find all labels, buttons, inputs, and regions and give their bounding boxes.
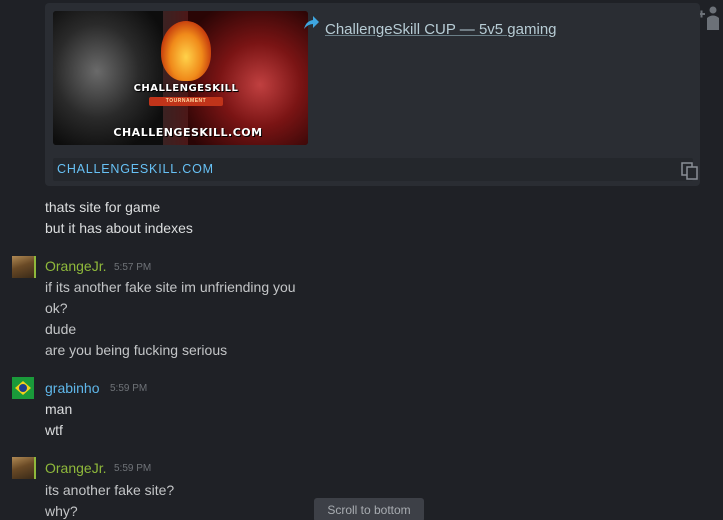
message-text: why? <box>45 503 78 519</box>
timestamp: 5:59 PM <box>114 463 152 474</box>
thumbnail-domain-text: CHALLENGESKILL.COM <box>113 126 263 139</box>
embed-thumbnail[interactable]: CHALLENGESKILL TOURNAMENT CHALLENGESKILL… <box>53 11 308 145</box>
add-friend-icon[interactable] <box>697 4 721 30</box>
message-text: thats site for game <box>45 199 161 215</box>
message-text: if its another fake site im unfriending … <box>45 279 296 295</box>
message-text: ok? <box>45 300 68 316</box>
author-name[interactable]: grabinho <box>45 380 100 396</box>
online-status-indicator <box>34 457 36 479</box>
thumbnail-logo-text: CHALLENGESKILL <box>133 83 239 94</box>
avatar[interactable] <box>12 256 38 278</box>
chat-log: CHALLENGESKILL TOURNAMENT CHALLENGESKILL… <box>0 0 723 520</box>
author-name[interactable]: OrangeJr. <box>45 258 106 274</box>
embed-url-bar: CHALLENGESKILL.COM <box>53 158 698 181</box>
embed-url-link[interactable]: CHALLENGESKILL.COM <box>57 162 214 176</box>
avatar-image <box>12 256 34 278</box>
avatar-image <box>12 457 34 479</box>
share-arrow-icon[interactable] <box>302 15 320 31</box>
message-text: wtf <box>45 422 63 438</box>
timestamp: 5:57 PM <box>114 262 152 273</box>
message-text: man <box>45 401 73 417</box>
copy-icon[interactable] <box>681 162 699 180</box>
message-text: its another fake site? <box>45 482 175 498</box>
message-text: but it has about indexes <box>45 220 193 236</box>
message-text: are you being fucking serious <box>45 342 228 358</box>
thumbnail-flame-logo <box>161 21 211 81</box>
brazil-flag-avatar-icon <box>12 377 34 399</box>
avatar[interactable] <box>12 457 38 479</box>
scroll-to-bottom-button[interactable]: Scroll to bottom <box>314 498 424 520</box>
author-name[interactable]: OrangeJr. <box>45 460 106 476</box>
timestamp: 5:59 PM <box>110 383 148 394</box>
thumbnail-soldiers-art <box>53 11 163 145</box>
link-embed-card[interactable]: CHALLENGESKILL TOURNAMENT CHALLENGESKILL… <box>45 3 700 186</box>
message-text: dude <box>45 321 77 337</box>
avatar[interactable] <box>12 377 38 399</box>
thumbnail-red-character-art <box>188 11 308 145</box>
thumbnail-ribbon: TOURNAMENT <box>149 97 223 106</box>
online-status-indicator <box>34 256 36 278</box>
embed-title-link[interactable]: ChallengeSkill CUP — 5v5 gaming <box>325 21 557 38</box>
